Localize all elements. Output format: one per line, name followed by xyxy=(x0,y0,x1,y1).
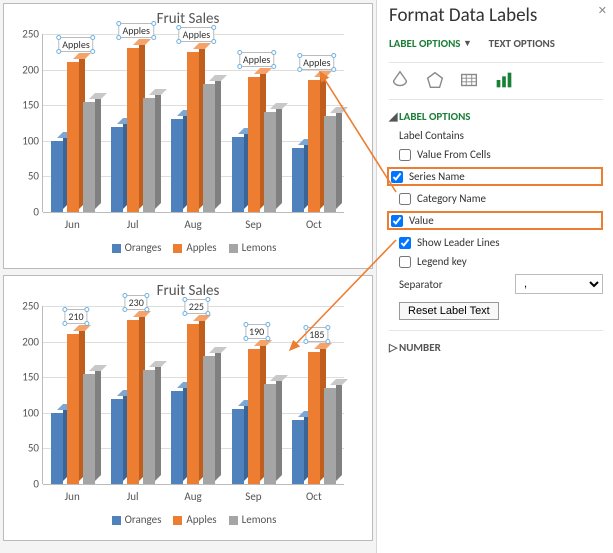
separator-select[interactable]: , xyxy=(515,274,603,294)
charts-container: Fruit Sales050100150200250ApplesApplesAp… xyxy=(0,0,376,553)
opt-show-leader-lines-label: Show Leader Lines xyxy=(417,236,500,249)
triangle-down-icon: ◢ xyxy=(389,110,397,123)
section-label-options-text: LABEL OPTIONS xyxy=(399,110,471,123)
fill-icon[interactable] xyxy=(389,69,411,89)
checkbox-value[interactable] xyxy=(391,215,403,227)
legend: Oranges Apples Lemons xyxy=(4,241,372,254)
y-tick: 200 xyxy=(11,63,39,76)
bar-group: Apples xyxy=(103,34,163,212)
plot-area: 050100150200250ApplesApplesApplesApplesA… xyxy=(42,34,344,212)
tab-label-options-text: LABEL OPTIONS xyxy=(389,37,461,50)
checkbox-series-name[interactable] xyxy=(391,171,403,183)
data-label[interactable]: Apples xyxy=(299,55,334,70)
section-number-text: NUMBER xyxy=(399,341,441,354)
section-label-options[interactable]: ◢LABEL OPTIONS xyxy=(389,106,603,129)
opt-value[interactable]: Value xyxy=(387,211,603,230)
triangle-right-icon: ▷ xyxy=(389,341,397,354)
data-label[interactable]: Apples xyxy=(118,23,153,38)
y-tick: 250 xyxy=(11,28,39,41)
bar-group: Apples xyxy=(284,34,344,212)
bar-group: 225 xyxy=(163,306,223,484)
x-tick: Sep xyxy=(223,490,283,503)
pane-title: Format Data Labels xyxy=(389,4,603,27)
opt-value-from-cells[interactable]: Value From Cells xyxy=(399,148,603,161)
separator-label: Separator xyxy=(399,278,443,291)
opt-value-label: Value xyxy=(409,214,434,227)
x-tick: Oct xyxy=(284,490,344,503)
x-axis: JunJulAugSepOct xyxy=(42,218,344,231)
opt-value-from-cells-label: Value From Cells xyxy=(417,148,491,161)
separator-row: Separator , xyxy=(399,274,603,294)
x-axis: JunJulAugSepOct xyxy=(42,490,344,503)
opt-series-name[interactable]: Series Name xyxy=(387,167,603,186)
checkbox-category-name[interactable] xyxy=(399,193,411,205)
data-label[interactable]: Apples xyxy=(239,52,274,67)
label-contains-heading: Label Contains xyxy=(399,129,603,142)
format-data-labels-pane: ✕ Format Data Labels LABEL OPTIONS ▼ TEX… xyxy=(376,0,613,553)
y-tick: 100 xyxy=(11,406,39,419)
legend-item: Lemons xyxy=(242,513,277,526)
chevron-down-icon: ▼ xyxy=(463,38,472,49)
opt-series-name-label: Series Name xyxy=(409,170,465,183)
y-tick: 0 xyxy=(11,478,39,491)
x-tick: Aug xyxy=(163,218,223,231)
bar-group: 230 xyxy=(103,306,163,484)
data-label[interactable]: 210 xyxy=(64,309,87,324)
checkbox-legend-key[interactable] xyxy=(399,256,411,268)
size-icon[interactable] xyxy=(458,69,480,89)
opt-category-name-label: Category Name xyxy=(417,192,486,205)
opt-legend-key[interactable]: Legend key xyxy=(399,255,603,268)
section-number[interactable]: ▷NUMBER xyxy=(389,337,603,360)
legend-item: Oranges xyxy=(125,241,162,254)
chart-options-icon[interactable] xyxy=(493,69,515,89)
x-tick: Jun xyxy=(42,490,102,503)
reset-label-text-button[interactable]: Reset Label Text xyxy=(399,302,499,320)
y-tick: 250 xyxy=(11,300,39,313)
checkbox-show-leader-lines[interactable] xyxy=(399,237,411,249)
legend-item: Lemons xyxy=(242,241,277,254)
legend: Oranges Apples Lemons xyxy=(4,513,372,526)
y-tick: 50 xyxy=(11,170,39,183)
checkbox-value-from-cells[interactable] xyxy=(399,149,411,161)
bar-group: 210 xyxy=(43,306,103,484)
y-tick: 150 xyxy=(11,99,39,112)
tab-text-options[interactable]: TEXT OPTIONS xyxy=(489,35,555,52)
y-tick: 100 xyxy=(11,134,39,147)
legend-item: Oranges xyxy=(125,513,162,526)
x-tick: Sep xyxy=(223,218,283,231)
pane-tabs: LABEL OPTIONS ▼ TEXT OPTIONS xyxy=(389,35,603,54)
bar-group: 185 xyxy=(284,306,344,484)
tab-label-options[interactable]: LABEL OPTIONS ▼ xyxy=(389,35,472,54)
x-tick: Aug xyxy=(163,490,223,503)
format-icon-row xyxy=(389,62,603,99)
chart-1: Fruit Sales050100150200250ApplesApplesAp… xyxy=(3,3,373,269)
bar-group: 190 xyxy=(224,306,284,484)
bar-group: Apples xyxy=(224,34,284,212)
chart-2: Fruit Sales05010015020025021023022519018… xyxy=(3,275,373,541)
x-tick: Jul xyxy=(102,490,162,503)
data-label[interactable]: 225 xyxy=(185,299,208,314)
data-label[interactable]: Apples xyxy=(179,27,214,42)
data-label[interactable]: 185 xyxy=(305,327,328,342)
close-icon[interactable]: ✕ xyxy=(598,4,607,17)
plot-area: 050100150200250210230225190185 xyxy=(42,306,344,484)
bar-group: Apples xyxy=(43,34,103,212)
opt-category-name[interactable]: Category Name xyxy=(399,192,603,205)
legend-item: Apples xyxy=(186,513,216,526)
bar-group: Apples xyxy=(163,34,223,212)
data-label[interactable]: 190 xyxy=(245,324,268,339)
x-tick: Jun xyxy=(42,218,102,231)
x-tick: Jul xyxy=(102,218,162,231)
opt-legend-key-label: Legend key xyxy=(417,255,467,268)
y-tick: 50 xyxy=(11,442,39,455)
y-tick: 200 xyxy=(11,335,39,348)
legend-item: Apples xyxy=(186,241,216,254)
opt-show-leader-lines[interactable]: Show Leader Lines xyxy=(399,236,603,249)
data-label[interactable]: 230 xyxy=(125,295,148,310)
effects-icon[interactable] xyxy=(424,69,446,89)
data-label[interactable]: Apples xyxy=(58,37,93,52)
x-tick: Oct xyxy=(284,218,344,231)
y-tick: 150 xyxy=(11,371,39,384)
y-tick: 0 xyxy=(11,206,39,219)
